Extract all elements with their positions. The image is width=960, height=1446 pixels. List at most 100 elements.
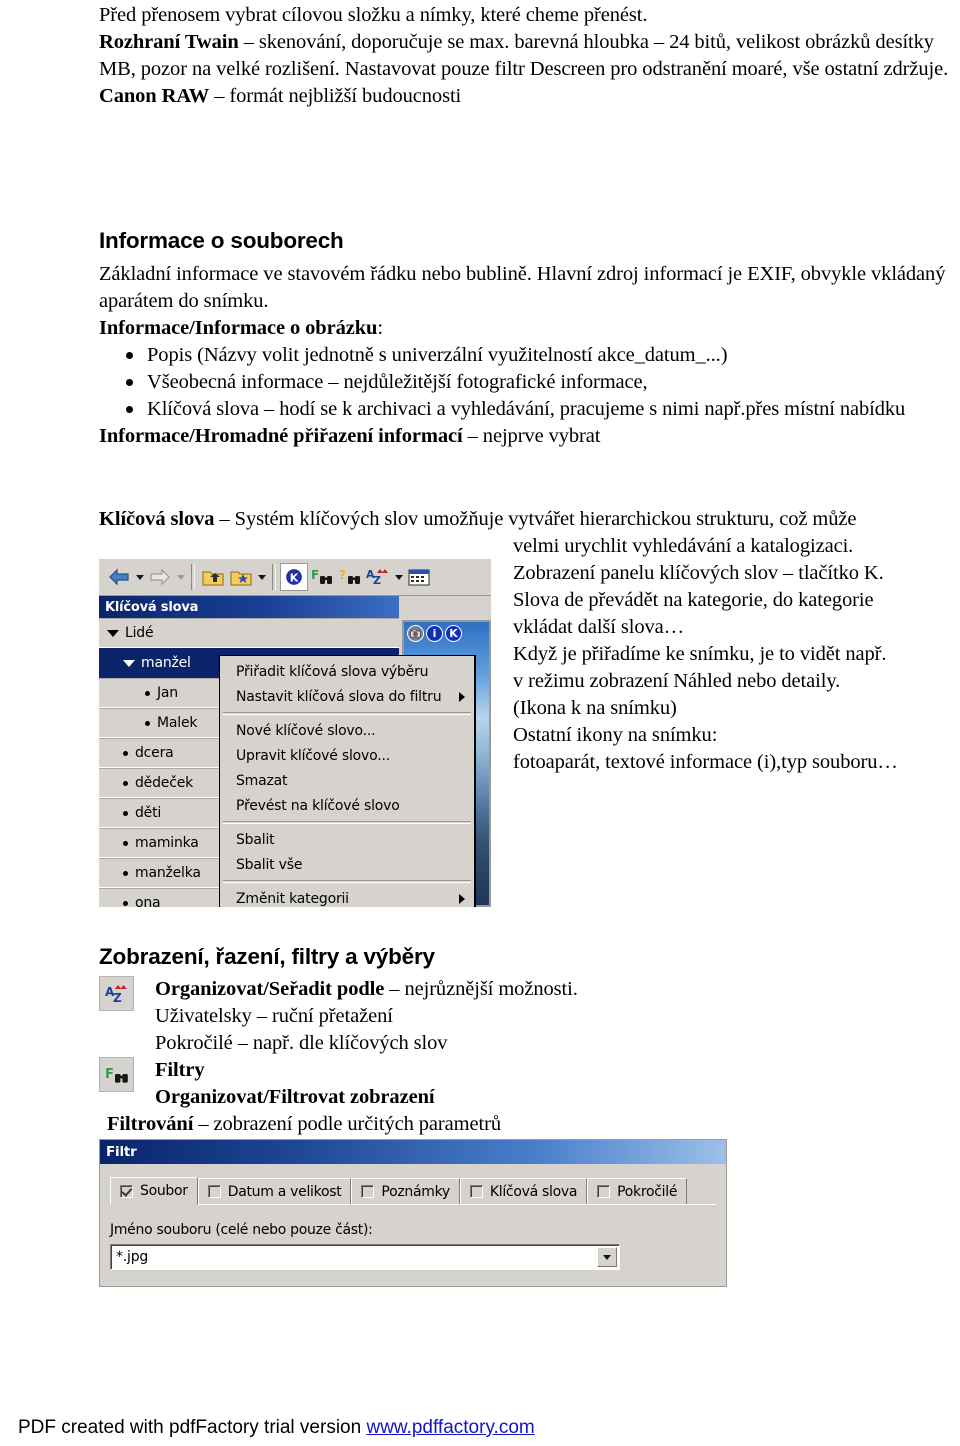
bullet-dot-icon [126, 352, 133, 359]
intro-line-1: Před přenosem vybrat cílovou složku a ní… [99, 4, 648, 26]
folder-up-icon[interactable] [199, 563, 227, 591]
menu-item-delete[interactable]: Smazat [220, 768, 474, 793]
tree-item-label: ona [135, 895, 161, 907]
intro-raw-paragraph: Canon RAW – formát nejbližší budoucnosti [99, 83, 954, 110]
tab-checkbox-icon[interactable] [469, 1185, 483, 1198]
bullet-dot-icon [123, 810, 128, 816]
keywords-section: Klíčová slova – Systém klíčových slov um… [99, 506, 959, 907]
menu-separator [223, 880, 471, 883]
bullet-dot-icon [123, 900, 128, 906]
menu-item-assign-keywords[interactable]: Přiřadit klíčová slova výběru [220, 659, 474, 684]
twain-label: Rozhraní Twain [99, 31, 239, 53]
keywords-panel-title: Klíčová slova [99, 596, 399, 618]
thumbnail-badges: i K [407, 625, 462, 642]
keywords-right-line: velmi urychlit vyhledávání a katalogizac… [513, 535, 854, 557]
menu-item-edit-keyword[interactable]: Upravit klíčové slovo... [220, 743, 474, 768]
tab-checkbox-icon[interactable] [597, 1185, 611, 1198]
tree-item-label: manžel [141, 655, 191, 671]
info-bulk-text: – nejprve vybrat [462, 425, 601, 447]
menu-item-set-keywords-filter[interactable]: Nastavit klíčová slova do filtru [220, 684, 474, 709]
toolbar-separator [272, 564, 276, 590]
sort-az-icon: A Z [99, 976, 134, 1011]
forward-arrow-icon[interactable] [146, 563, 174, 591]
search-binoculars-icon[interactable]: ? [336, 563, 364, 591]
bullet-dot-icon [123, 840, 128, 846]
bullet-text: Klíčová slova – hodí se k archivaci a vy… [147, 398, 906, 420]
chevron-down-icon [123, 659, 135, 667]
svg-text:Z: Z [373, 574, 381, 587]
sort-az-glyph: A Z [366, 568, 388, 587]
keywords-context-menu: Přiřadit klíčová slova výběru Nastavit k… [219, 655, 476, 907]
submenu-arrow-icon [459, 893, 465, 904]
menu-item-collapse-all[interactable]: Sbalit vše [220, 852, 474, 877]
forward-dropdown-icon[interactable] [174, 563, 187, 591]
tab-datum-a-velikost[interactable]: Datum a velikost [197, 1178, 352, 1204]
keywords-lead-paragraph: Klíčová slova – Systém klíčových slov um… [99, 506, 959, 533]
tab-pokrocile[interactable]: Pokročilé [587, 1178, 688, 1204]
keywords-k-icon[interactable]: K [280, 563, 308, 591]
info-bulk-label: Informace/Hromadné přiřazení informací [99, 425, 463, 447]
back-arrow-glyph [109, 568, 129, 586]
menu-item-collapse[interactable]: Sbalit [220, 827, 474, 852]
tab-label: Soubor [140, 1183, 188, 1199]
filtr-dialog-title: Filtr [106, 1144, 137, 1160]
info-subheading: Informace/Informace o obrázku: [99, 315, 954, 342]
bullet-dot-icon [145, 720, 150, 726]
tree-item-label: dědeček [135, 775, 194, 791]
info-paragraph-1: Základní informace ve stavovém řádku neb… [99, 263, 946, 312]
menu-item-label: Změnit kategorii [236, 890, 349, 907]
document-page: Před přenosem vybrat cílovou složku a ní… [0, 0, 960, 1446]
sort-dropdown-icon[interactable] [392, 563, 405, 591]
tab-checkbox-icon[interactable] [207, 1185, 221, 1198]
sort-az-icon[interactable]: A Z [364, 563, 392, 591]
bullet-dot-icon [126, 406, 133, 413]
footer-link[interactable]: www.pdffactory.com [366, 1417, 534, 1438]
tab-soubor[interactable]: Soubor [110, 1177, 198, 1205]
filtr-dialog-screenshot: Filtr Soubor Datum a velikost Poznámky K… [99, 1139, 727, 1287]
menu-item-new-keyword[interactable]: Nové klíčové slovo... [220, 718, 474, 743]
tree-item-label: maminka [135, 835, 199, 851]
tree-item-lide[interactable]: Lidé [99, 618, 399, 648]
svg-text:?: ? [339, 568, 346, 582]
raw-label: Canon RAW [99, 85, 210, 107]
toolbar-separator [191, 564, 195, 590]
tab-klicova-slova[interactable]: Klíčová slova [459, 1178, 588, 1204]
bullet-dot-icon [123, 750, 128, 756]
keywords-k-glyph: K [284, 567, 304, 587]
filter-view-label: Organizovat/Filtrovat zobrazení [155, 1086, 435, 1108]
filter-binoculars-icon[interactable]: F [308, 563, 336, 591]
folder-up-glyph [202, 571, 224, 585]
svg-text:F: F [311, 568, 319, 582]
tab-label: Pokročilé [617, 1183, 678, 1200]
sort-advanced-line: Pokročilé – např. dle klíčových slov [155, 1032, 448, 1054]
back-dropdown-icon[interactable] [133, 563, 146, 591]
tree-item-label: Jan [157, 685, 178, 701]
menu-item-convert-to-keyword[interactable]: Převést na klíčové slovo [220, 793, 474, 818]
svg-text:F: F [105, 1067, 114, 1082]
filtr-tab-strip: Soubor Datum a velikost Poznámky Klíčová… [110, 1176, 716, 1205]
search-binoculars-glyph: ? [339, 568, 360, 584]
tab-poznamky[interactable]: Poznámky [351, 1178, 460, 1204]
tab-checkbox-icon[interactable] [120, 1184, 133, 1198]
svg-text:Z: Z [113, 991, 122, 1004]
folder-new-icon[interactable] [227, 563, 255, 591]
details-view-icon[interactable] [405, 563, 433, 591]
filtr-dialog-body: Soubor Datum a velikost Poznámky Klíčová… [100, 1164, 726, 1270]
sort-row-organize: A Z Organizovat/Seřadit podle – nejrůzně… [99, 976, 959, 1057]
filtering-text: – zobrazení podle určitých parametrů [193, 1113, 501, 1135]
menu-item-change-category[interactable]: Změnit kategorii [220, 886, 474, 907]
folder-dropdown-icon[interactable] [255, 563, 268, 591]
sort-row-filters: F Filtry Organizovat/Filtrovat zobrazení [99, 1057, 959, 1111]
menu-item-label: Nové klíčové slovo... [236, 722, 376, 739]
menu-separator [223, 712, 471, 715]
filter-binoculars-icon: F [99, 1057, 134, 1092]
screenshot-toolbar: K F ? A Z [99, 559, 491, 596]
bullet-text: Popis (Názvy volit jednotně s univerzáln… [147, 344, 728, 366]
back-arrow-icon[interactable] [105, 563, 133, 591]
keywords-lead-label: Klíčová slova [99, 508, 215, 530]
filename-combobox[interactable]: *.jpg [110, 1244, 620, 1270]
camera-glyph [410, 629, 421, 638]
bullet-text: Všeobecná informace – nejdůležitější fot… [147, 371, 648, 393]
tab-checkbox-icon[interactable] [361, 1185, 375, 1198]
chevron-down-icon[interactable] [597, 1247, 617, 1267]
